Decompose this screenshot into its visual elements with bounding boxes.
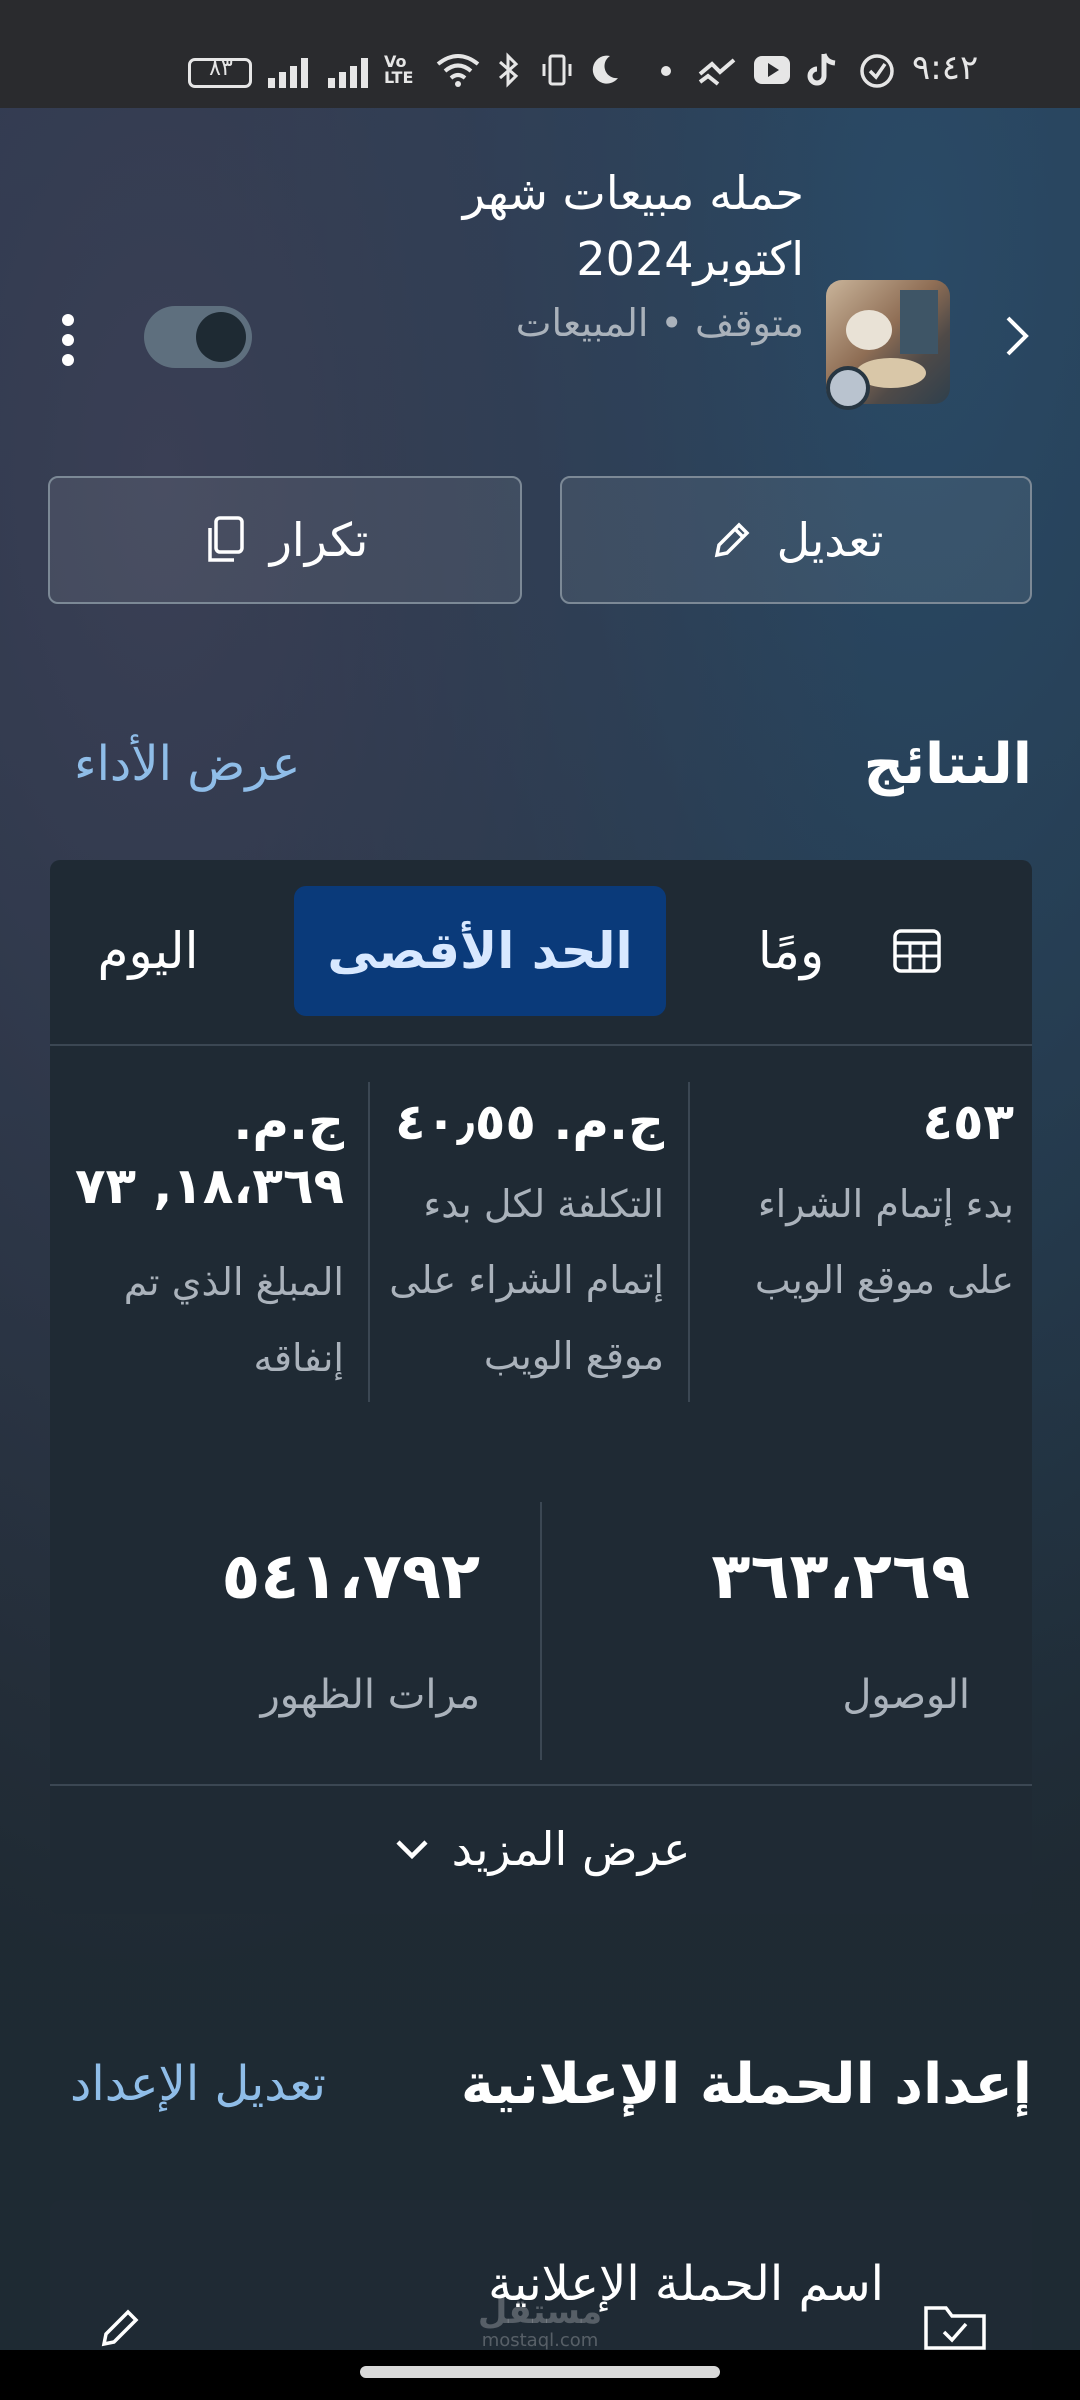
tiktok-icon: [807, 53, 836, 86]
reach-value: ٣٦٣،٢٦٩: [711, 1540, 970, 1614]
edit-button[interactable]: تعديل: [560, 476, 1032, 604]
thumbnail-cup: [846, 310, 892, 350]
duplicate-button-label: تكرار: [269, 513, 369, 567]
tab-today[interactable]: اليوم: [68, 886, 228, 1016]
show-more-button[interactable]: عرض المزيد: [50, 1786, 1032, 1912]
folder-check-icon: [924, 2306, 986, 2350]
bluetooth-icon: [499, 52, 519, 88]
clock: ٩:٤٢: [912, 48, 979, 88]
signal-icon: [268, 58, 368, 88]
pencil-icon: [714, 522, 750, 558]
chevron-right-icon[interactable]: [1002, 312, 1032, 360]
results-title: النتائج: [863, 732, 1032, 797]
impressions-label: مرات الظهور: [260, 1672, 480, 1718]
tab-maximum[interactable]: الحد الأقصى: [294, 886, 666, 1016]
view-performance-link[interactable]: عرض الأداء: [74, 736, 300, 792]
metric-3-label: المبلغ الذي تم إنفاقه: [123, 1260, 344, 1380]
reach-label: الوصول: [842, 1672, 970, 1718]
thumbnail-badge: [826, 366, 870, 410]
campaign-subtitle: متوقف • المبيعات: [515, 301, 804, 345]
calendar-grid-icon[interactable]: [892, 926, 942, 976]
volte-icon: Vo LTE: [384, 52, 414, 87]
edit-button-label: تعديل: [776, 513, 884, 567]
metric-2-value: ج.م. ٤٠٫٥٥: [395, 1093, 664, 1151]
metric-divider-2: [368, 1082, 370, 1402]
impressions-value: ٥٤١،٧٩٢: [221, 1540, 480, 1614]
metric-divider-1: [688, 1082, 690, 1402]
copy-icon: [207, 516, 244, 562]
watermark: مستقل mostaql.com: [440, 2294, 640, 2352]
duplicate-button[interactable]: تكرار: [48, 476, 522, 604]
watermark-latin: mostaql.com: [481, 2330, 599, 2351]
wifi-icon: [436, 54, 480, 87]
reach-divider: [540, 1502, 542, 1760]
metric-2-label: التكلفة لكل بدء إتمام الشراء على موقع ال…: [389, 1182, 664, 1378]
thumbnail-book: [900, 290, 938, 354]
youtube-icon: [754, 56, 790, 84]
chevron-down-icon: [396, 1840, 428, 1860]
campaign-title: حمله مبيعات شهر اكتوبر2024: [462, 166, 804, 286]
edit-setup-link[interactable]: تعديل الإعداد: [70, 2056, 326, 2112]
more-options-icon[interactable]: [58, 312, 78, 368]
edit-name-pencil-icon[interactable]: [96, 2302, 146, 2352]
data-saver-icon: [860, 54, 894, 88]
missed-call-icon: [698, 58, 736, 86]
battery-level: ٨٣: [209, 56, 233, 81]
toggle-knob: [196, 312, 246, 362]
tab-custom[interactable]: ومًا: [738, 886, 844, 1016]
metric-1-label: بدء إتمام الشراء على موقع الويب: [754, 1182, 1014, 1302]
moon-icon: [592, 55, 618, 84]
watermark-arabic: مستقل: [477, 2292, 603, 2332]
tabs-divider: [50, 1044, 1032, 1046]
show-more-label: عرض المزيد: [451, 1822, 691, 1876]
vibrate-icon: [542, 54, 572, 86]
setup-title: إعداد الحملة الإعلانية: [460, 2052, 1032, 2117]
status-bar: ٨٣ Vo LTE ٩:٤٢: [0, 0, 1080, 108]
metric-3-value: ج.م. ١٨،٣٦٩, ٧٣: [74, 1093, 344, 1215]
metric-1-value: ٤٥٣: [922, 1093, 1014, 1151]
campaign-toggle[interactable]: [144, 306, 252, 368]
dot-icon: [661, 66, 671, 76]
home-gesture-handle[interactable]: [360, 2366, 720, 2378]
campaign-title-block: حمله مبيعات شهر اكتوبر2024 متوقف • المبي…: [354, 160, 804, 348]
